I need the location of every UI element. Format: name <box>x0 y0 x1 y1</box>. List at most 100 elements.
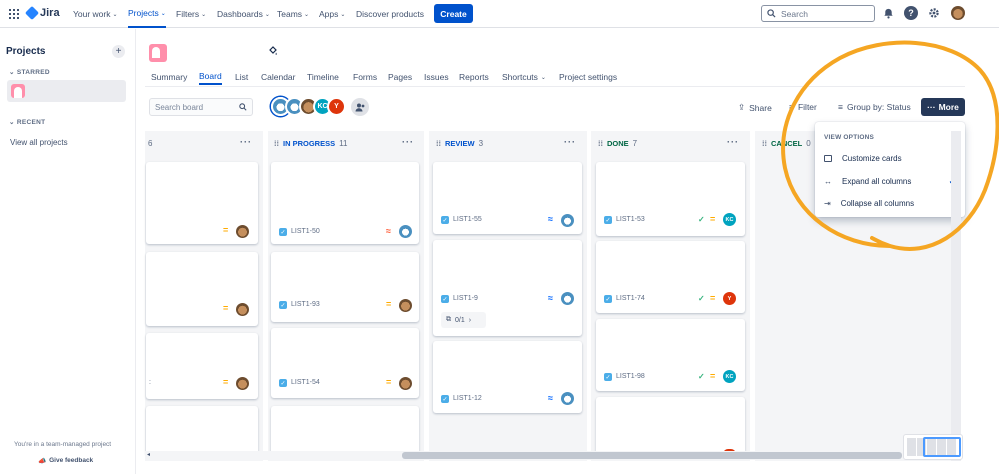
assignee-avatar[interactable] <box>399 299 412 312</box>
issue-card[interactable] <box>271 406 419 456</box>
add-people-icon[interactable] <box>351 98 369 116</box>
minimap-viewport[interactable] <box>923 437 961 457</box>
task-type-icon: ✓ <box>279 228 287 236</box>
tab-timeline[interactable]: Timeline <box>307 69 339 85</box>
issue-card[interactable]: = <box>146 162 258 244</box>
share-button[interactable]: ⇪ Share <box>738 102 772 113</box>
chevron-down-icon: ⌄ <box>9 69 17 76</box>
issue-card[interactable]: ✓ LIST1-12 ≈ <box>433 341 582 413</box>
drag-handle-icon[interactable]: ⁞⁞ <box>762 139 767 148</box>
assignee-avatar-kc[interactable]: KC <box>723 370 736 383</box>
profile-avatar[interactable] <box>951 6 965 20</box>
issue-card[interactable]: ✓ LIST1-98 ✓ = KC <box>596 319 745 391</box>
issue-card[interactable]: ✓ LIST1-93 = <box>271 252 419 322</box>
issue-card[interactable]: ✓ LIST1-55 ≈ <box>433 162 582 234</box>
tab-forms[interactable]: Forms <box>353 69 377 85</box>
drag-handle-icon[interactable]: ⁞⁞ <box>436 139 441 148</box>
drag-handle-icon[interactable]: ⁞⁞ <box>598 139 603 148</box>
task-type-icon: ✓ <box>441 295 449 303</box>
column-header-cancel: ⁞⁞ CANCEL 0 <box>762 139 811 148</box>
column-menu-icon[interactable]: ··· <box>564 137 576 147</box>
subtasks-progress[interactable]: ⧉ 0/1 › <box>441 312 486 328</box>
task-type-icon: ✓ <box>279 379 287 387</box>
tab-issues[interactable]: Issues <box>424 69 449 85</box>
nav-projects[interactable]: Projects ⌄ <box>128 0 166 28</box>
priority-medium-icon: = <box>223 303 229 313</box>
chevron-down-icon: ⌄ <box>201 11 207 18</box>
project-avatar-icon <box>11 84 25 98</box>
assignee-avatar[interactable] <box>399 225 412 238</box>
tab-pages[interactable]: Pages <box>388 69 412 85</box>
issue-card[interactable]: = <box>146 252 258 326</box>
settings-gear-icon[interactable] <box>927 6 941 20</box>
assignee-avatar[interactable] <box>561 392 574 405</box>
filter-button[interactable]: ≡ Filter <box>789 102 817 112</box>
starred-project-item[interactable] <box>7 80 126 102</box>
assignee-avatar[interactable] <box>561 292 574 305</box>
board-minimap[interactable] <box>903 434 963 460</box>
view-all-projects-link[interactable]: View all projects <box>10 138 68 147</box>
tab-board[interactable]: Board <box>199 69 222 85</box>
scroll-left-icon[interactable]: ◂ <box>147 451 150 458</box>
scrollbar-thumb[interactable] <box>402 452 902 459</box>
tab-project-settings[interactable]: Project settings <box>559 69 617 85</box>
assignee-avatar[interactable] <box>561 214 574 227</box>
nav-discover-products[interactable]: Discover products <box>356 0 424 28</box>
assignee-avatar[interactable] <box>236 225 249 238</box>
expand-all-columns-item[interactable]: ↔ Expand all columns ✓ <box>824 176 956 187</box>
assignee-avatar-y[interactable]: Y <box>723 292 736 305</box>
issue-card[interactable]: ✓ LIST1-74 ✓ = Y <box>596 241 745 313</box>
jira-logo[interactable]: Jira <box>24 5 60 21</box>
paint-bucket-icon[interactable] <box>268 46 278 60</box>
nav-filters[interactable]: Filters ⌄ <box>176 0 206 28</box>
chevron-down-icon: ⌄ <box>9 119 17 126</box>
give-feedback-link[interactable]: 📣 Give feedback <box>38 457 93 465</box>
global-search-input[interactable]: Search <box>761 5 875 22</box>
view-options-menu: VIEW OPTIONS Customize cards › ↔ Expand … <box>815 122 965 217</box>
create-button[interactable]: Create <box>434 4 473 23</box>
starred-section[interactable]: ⌄ STARRED <box>9 68 50 76</box>
tab-calendar[interactable]: Calendar <box>261 69 296 85</box>
column-menu-icon[interactable]: ··· <box>402 137 414 147</box>
issue-card[interactable]: : = <box>146 333 258 399</box>
tab-list[interactable]: List <box>235 69 248 85</box>
assignee-avatar[interactable] <box>236 303 249 316</box>
column-menu-icon[interactable]: ··· <box>240 137 252 147</box>
issue-card[interactable] <box>146 406 258 456</box>
board-search-input[interactable]: Search board <box>149 98 253 116</box>
issue-card[interactable]: ✓ LIST1-50 ≈ <box>271 162 419 244</box>
customize-cards-item[interactable]: Customize cards › <box>824 153 956 164</box>
drag-handle-icon[interactable]: ⁞⁞ <box>274 139 279 148</box>
help-icon[interactable]: ? <box>904 6 918 20</box>
column-header-done: ⁞⁞ DONE 7 <box>598 139 638 148</box>
notifications-icon[interactable] <box>881 6 895 20</box>
assignee-avatar[interactable] <box>399 377 412 390</box>
recent-section[interactable]: ⌄ RECENT <box>9 118 45 126</box>
issue-card[interactable] <box>596 397 745 456</box>
assignee-avatar-kc[interactable]: KC <box>723 213 736 226</box>
app-switcher-icon[interactable] <box>9 9 19 19</box>
issue-key: LIST1-98 <box>616 373 645 380</box>
assignee-avatar-y[interactable]: Y <box>327 97 346 116</box>
group-by-button[interactable]: ≡ Group by: Status <box>838 102 911 112</box>
tab-shortcuts[interactable]: Shortcuts ⌄ <box>502 69 546 85</box>
issue-card[interactable]: ✓ LIST1-53 ✓ = KC <box>596 162 745 236</box>
issue-key: LIST1-12 <box>453 395 482 402</box>
vertical-scrollbar[interactable] <box>951 131 961 461</box>
nav-apps[interactable]: Apps ⌄ <box>319 0 345 28</box>
nav-your-work[interactable]: Your work ⌄ <box>73 0 118 28</box>
issue-card[interactable]: ✓ LIST1-54 = <box>271 328 419 398</box>
assignee-avatar[interactable] <box>236 377 249 390</box>
add-project-button[interactable]: + <box>112 45 125 58</box>
tab-summary[interactable]: Summary <box>151 69 187 85</box>
nav-teams[interactable]: Teams ⌄ <box>277 0 309 28</box>
project-avatar-icon <box>149 44 167 62</box>
column-menu-icon[interactable]: ··· <box>727 137 739 147</box>
task-type-icon: ✓ <box>604 373 612 381</box>
priority-medium-icon: = <box>223 225 229 235</box>
more-button[interactable]: ··· More <box>921 98 965 116</box>
nav-dashboards[interactable]: Dashboards ⌄ <box>217 0 270 28</box>
collapse-all-columns-item[interactable]: ⇥ Collapse all columns <box>824 199 956 208</box>
tab-reports[interactable]: Reports <box>459 69 489 85</box>
task-type-icon: ✓ <box>279 301 287 309</box>
